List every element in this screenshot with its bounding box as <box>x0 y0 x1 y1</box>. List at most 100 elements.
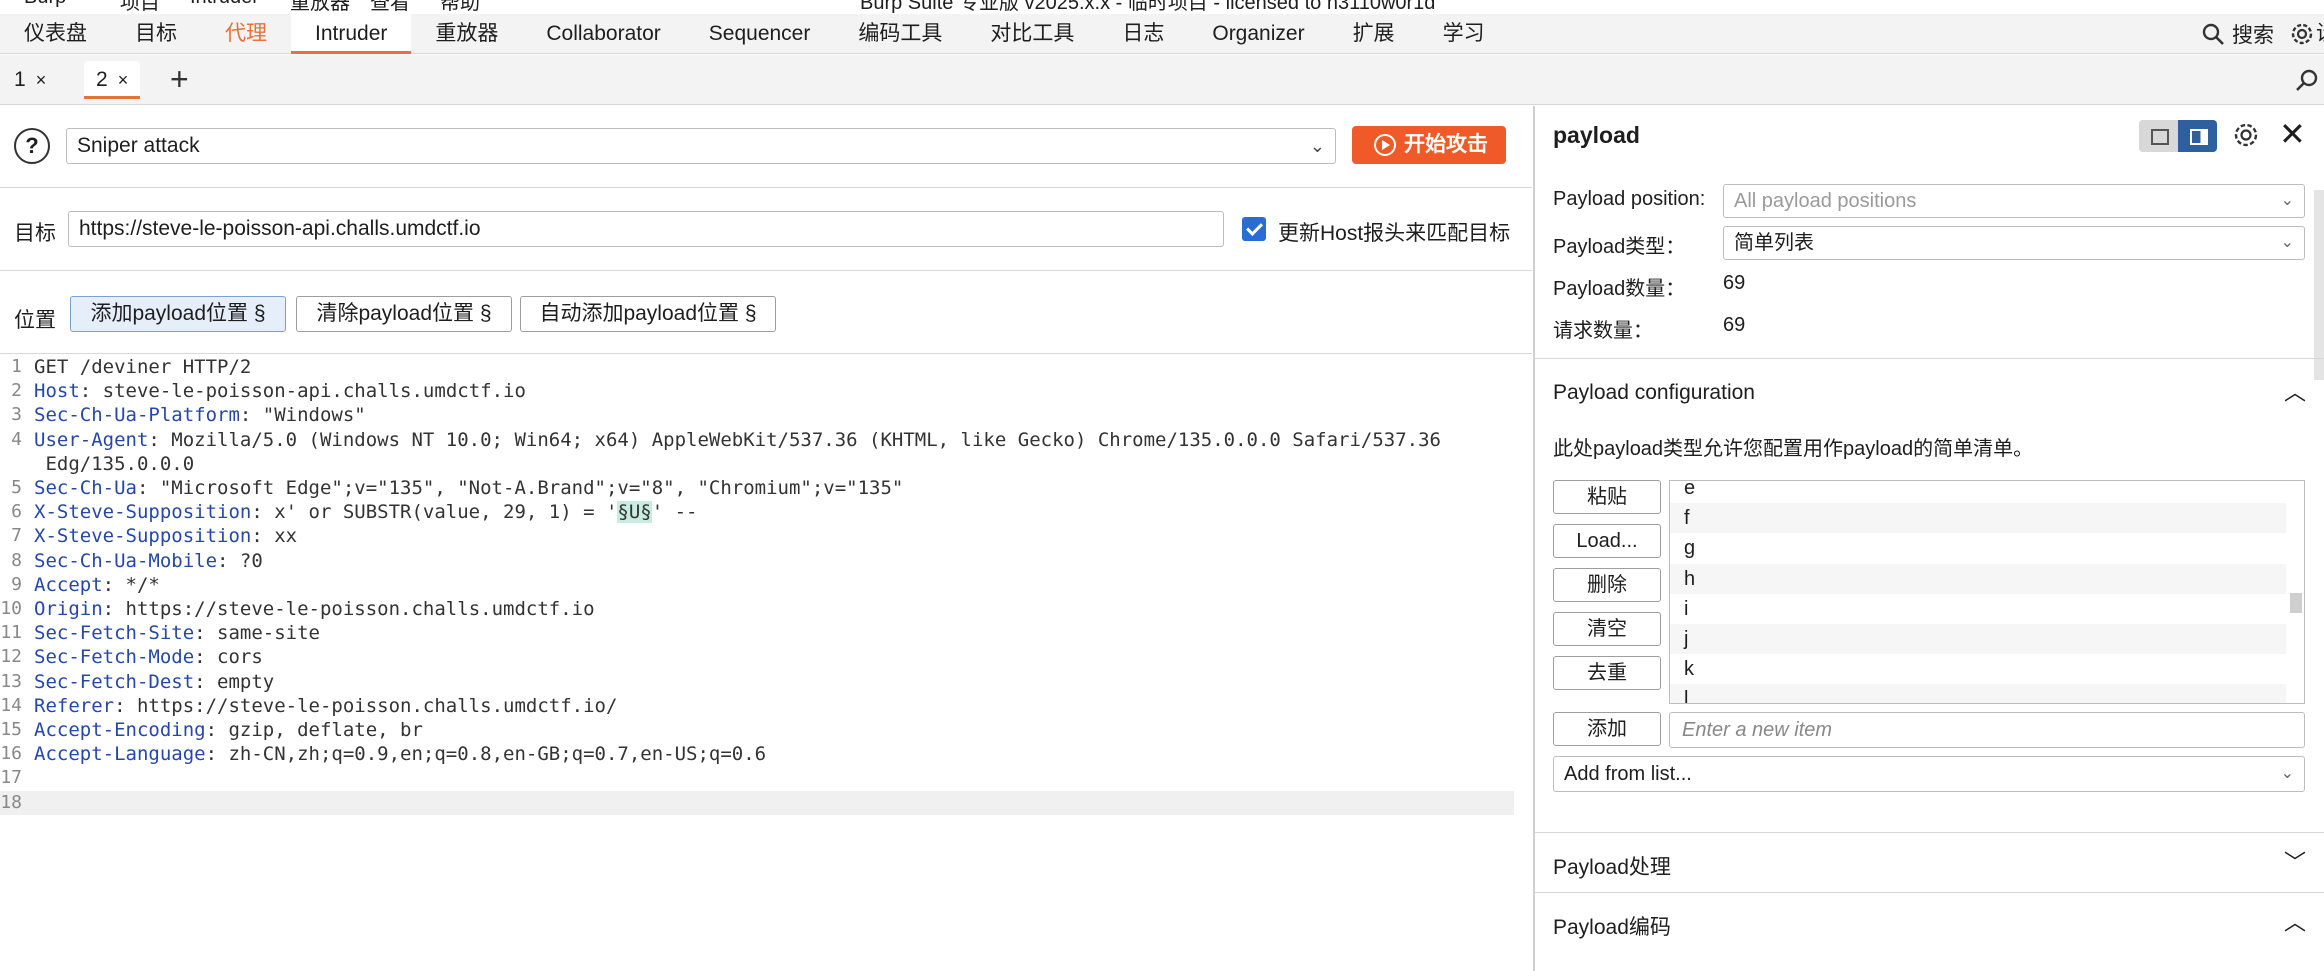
list-scrollbar-thumb[interactable] <box>2290 593 2302 613</box>
layout-horizontal-icon[interactable] <box>2139 120 2178 152</box>
chevron-up-icon[interactable]: ︿ <box>2284 375 2306 407</box>
start-attack-button[interactable]: 开始攻击 <box>1352 126 1506 164</box>
request-line[interactable]: 12 Sec-Fetch-Mode: cors <box>0 645 1514 669</box>
request-line[interactable]: 11 Sec-Fetch-Site: same-site <box>0 621 1514 645</box>
request-line[interactable]: 9 Accept: */* <box>0 573 1514 597</box>
menu-project[interactable]: 项目 <box>120 0 160 14</box>
request-line[interactable]: 1 GET /deviner HTTP/2 <box>0 355 1514 379</box>
gear-icon[interactable] <box>2231 120 2261 150</box>
request-line[interactable]: Edg/135.0.0.0 <box>0 452 1514 476</box>
line-number: 5 <box>11 477 22 498</box>
intruder-tab-1[interactable]: 1 × <box>2 61 58 99</box>
request-line[interactable]: 8 Sec-Ch-Ua-Mobile: ?0 <box>0 549 1514 573</box>
payload-type-select[interactable]: 简单列表 ⌄ <box>1723 226 2305 260</box>
list-item[interactable]: e <box>1670 481 2286 503</box>
tab-sequencer[interactable]: Sequencer <box>685 14 835 54</box>
settings-gear-icon[interactable] <box>2288 20 2316 48</box>
request-line[interactable]: 6 X-Steve-Supposition: x' or SUBSTR(value… <box>0 500 1514 524</box>
menu-repeater[interactable]: 重放器 <box>290 0 350 14</box>
tab-extensions[interactable]: 扩展 <box>1329 14 1419 54</box>
menu-view[interactable]: 查看 <box>370 0 410 14</box>
payload-encoding-title[interactable]: Payload编码 <box>1553 911 1671 941</box>
list-item[interactable]: f <box>1670 503 2286 534</box>
tab-learn[interactable]: 学习 <box>1419 14 1509 54</box>
list-item[interactable]: h <box>1670 563 2286 594</box>
request-line[interactable]: 16 Accept-Language: zh-CN,zh;q=0.9,en;q=0… <box>0 742 1514 766</box>
menu-intruder[interactable]: Intruder <box>190 0 259 9</box>
payload-position-marker[interactable]: §U§ <box>617 501 652 524</box>
request-line[interactable]: 3 Sec-Ch-Ua-Platform: "Windows" <box>0 403 1514 427</box>
intruder-tab-2[interactable]: 2 × <box>84 61 141 99</box>
tab-label: 1 <box>14 68 26 91</box>
deduplicate-button[interactable]: 去重 <box>1553 656 1661 690</box>
line-number: 17 <box>0 767 22 789</box>
close-icon[interactable]: ✕ <box>2279 114 2306 154</box>
request-line[interactable]: 4 User-Agent: Mozilla/5.0 (Windows NT 10.… <box>0 428 1514 452</box>
list-item[interactable]: l <box>1670 684 2286 703</box>
payload-configuration-title[interactable]: Payload configuration <box>1553 381 1755 405</box>
request-line[interactable]: 18 <box>0 790 1514 815</box>
request-line[interactable]: 2 Host: steve-le-poisson-api.challs.umdct… <box>0 379 1514 403</box>
clear-button[interactable]: 清空 <box>1553 612 1661 646</box>
line-number: 7 <box>11 525 22 547</box>
payload-processing-section: Payload处理 ﹀ <box>1535 832 2324 892</box>
line-number: 2 <box>11 380 22 402</box>
request-line[interactable]: 5 Sec-Ch-Ua: "Microsoft Edge";v="135", "N… <box>0 476 1514 500</box>
header-name: Referer <box>34 694 115 717</box>
close-icon[interactable]: × <box>36 70 47 90</box>
load-button[interactable]: Load... <box>1553 524 1661 558</box>
remove-button[interactable]: 删除 <box>1553 568 1661 602</box>
request-line[interactable]: 15 Accept-Encoding: gzip, deflate, br <box>0 718 1514 742</box>
update-host-checkbox[interactable] <box>1242 217 1266 241</box>
add-from-list-select[interactable]: Add from list... ⌄ <box>1553 756 2305 792</box>
search-icon[interactable] <box>2294 67 2320 93</box>
intruder-tab-bar: 1 × 2 × + <box>0 55 2324 105</box>
tab-comparer[interactable]: 对比工具 <box>966 14 1098 54</box>
paste-button[interactable]: 粘贴 <box>1553 480 1661 514</box>
request-line[interactable]: 10 Origin: https://steve-le-poisson.chall… <box>0 597 1514 621</box>
add-payload-position-button[interactable]: 添加payload位置 § <box>70 296 286 332</box>
global-search[interactable]: 搜索 <box>2200 14 2274 54</box>
clear-payload-position-button[interactable]: 清除payload位置 § <box>296 296 512 332</box>
payload-count-label: Payload数量： <box>1553 278 1686 300</box>
menu-burp[interactable]: Burp <box>24 0 66 9</box>
tab-dashboard[interactable]: 仪表盘 <box>0 14 111 54</box>
tab-logger[interactable]: 日志 <box>1098 14 1188 54</box>
chevron-down-icon: ⌄ <box>2280 234 2294 251</box>
tab-repeater[interactable]: 重放器 <box>411 14 522 54</box>
list-item[interactable]: k <box>1670 654 2286 684</box>
request-editor[interactable]: 1 GET /deviner HTTP/2 2 Host: steve-le-pois… <box>0 355 1532 971</box>
help-icon[interactable]: ? <box>14 128 50 164</box>
line-content: X-Steve-Supposition: x' or SUBSTR(value,… <box>34 500 697 524</box>
layout-vertical-icon[interactable] <box>2178 120 2217 152</box>
tab-target[interactable]: 目标 <box>111 14 201 54</box>
request-line[interactable]: 13 Sec-Fetch-Dest: empty <box>0 670 1514 694</box>
tab-organizer[interactable]: Organizer <box>1188 14 1328 54</box>
request-line[interactable]: 17 <box>0 766 1514 790</box>
layout-toggle[interactable] <box>2139 120 2217 152</box>
tab-intruder[interactable]: Intruder <box>291 14 412 54</box>
add-tab-icon[interactable]: + <box>170 59 189 99</box>
settings-label-partial[interactable]: 设 <box>2316 14 2324 54</box>
add-item-button[interactable]: 添加 <box>1553 712 1661 746</box>
line-number: 15 <box>0 719 22 740</box>
tab-decoder[interactable]: 编码工具 <box>834 14 966 54</box>
payload-processing-title[interactable]: Payload处理 <box>1553 851 1671 881</box>
target-url-input[interactable]: https://steve-le-poisson-api.challs.umdc… <box>68 211 1224 247</box>
menu-help[interactable]: 帮助 <box>440 0 480 14</box>
panel-scrollbar[interactable] <box>2314 190 2324 380</box>
payload-list[interactable]: lkjihgfe <box>1669 480 2305 704</box>
tab-collaborator[interactable]: Collaborator <box>522 14 684 54</box>
new-item-input[interactable]: Enter a new item <box>1669 712 2305 748</box>
request-line[interactable]: 7 X-Steve-Supposition: xx <box>0 524 1514 548</box>
request-line[interactable]: 14 Referer: https://steve-le-poisson.chal… <box>0 694 1514 718</box>
chevron-down-icon[interactable]: ﹀ <box>2284 845 2306 877</box>
chevron-up-icon[interactable]: ︿ <box>2284 905 2306 937</box>
close-icon[interactable]: × <box>118 70 129 90</box>
tab-proxy[interactable]: 代理 <box>201 14 291 54</box>
list-item[interactable]: g <box>1670 533 2286 563</box>
attack-type-select[interactable]: Sniper attack ⌄ <box>66 128 1336 164</box>
auto-add-payload-position-button[interactable]: 自动添加payload位置 § <box>520 296 776 332</box>
list-item[interactable]: i <box>1670 594 2286 624</box>
list-item[interactable]: j <box>1670 624 2286 654</box>
